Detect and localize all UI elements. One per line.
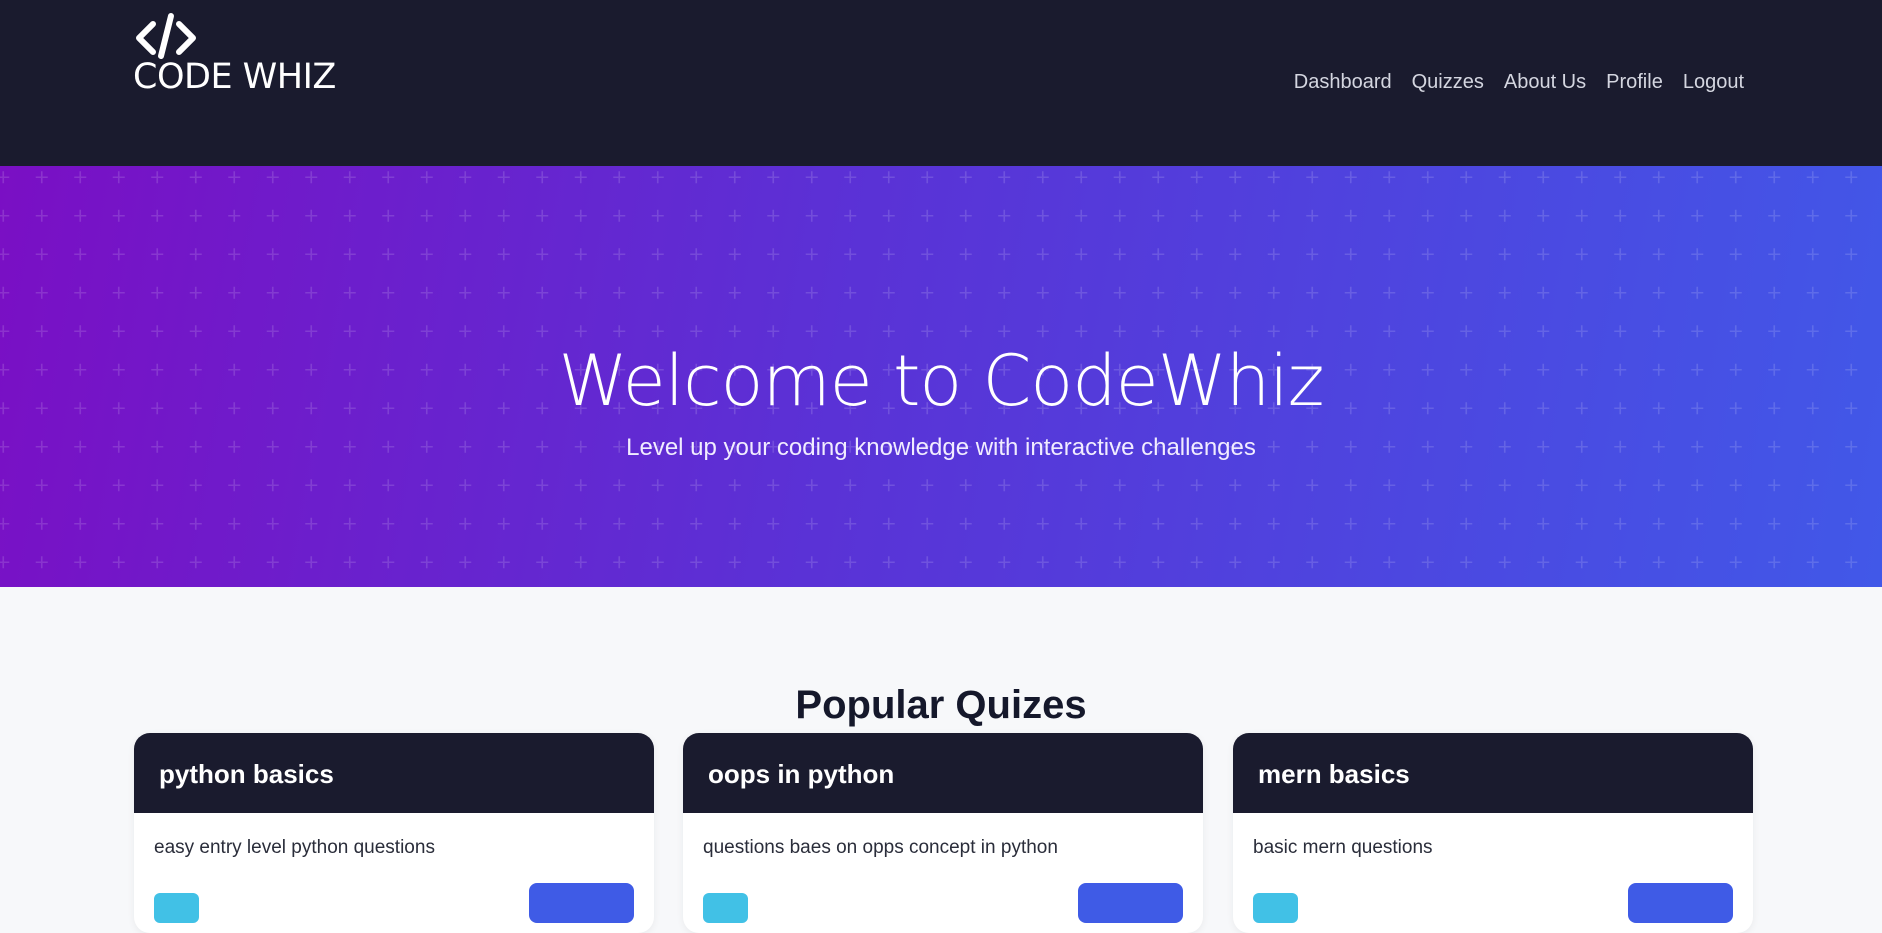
code-brackets-icon [136,13,196,59]
brand-name: CODE WHIZ [133,57,336,97]
navbar: CODE WHIZ Dashboard Quizzes About Us Pro… [0,0,1882,166]
hero-title: Welcome to CodeWhiz [558,339,1325,422]
quiz-card: oops in python questions baes on opps co… [683,733,1203,933]
nav-link-profile[interactable]: Profile [1606,68,1663,96]
quiz-card: python basics easy entry level python qu… [134,733,654,933]
quiz-difficulty-badge [1253,893,1298,923]
hero-subtitle: Level up your coding knowledge with inte… [626,434,1256,461]
quiz-difficulty-badge [703,893,748,923]
quiz-card-title: oops in python [683,733,1203,813]
quiz-card-description: basic mern questions [1253,837,1433,858]
nav-link-about-us[interactable]: About Us [1504,68,1586,96]
start-quiz-button[interactable] [529,883,634,923]
nav-link-quizzes[interactable]: Quizzes [1412,68,1484,96]
brand-logo[interactable]: CODE WHIZ [133,12,363,102]
quiz-card-title: python basics [134,733,654,813]
quiz-card-description: easy entry level python questions [154,837,435,858]
section-title: Popular Quizes [795,683,1087,728]
quiz-card-description: questions baes on opps concept in python [703,837,1058,858]
quiz-card: mern basics basic mern questions [1233,733,1753,933]
start-quiz-button[interactable] [1628,883,1733,923]
nav-menu: Dashboard Quizzes About Us Profile Logou… [1294,68,1744,96]
hero-banner: Welcome to CodeWhiz Level up your coding… [0,166,1882,587]
quiz-difficulty-badge [154,893,199,923]
start-quiz-button[interactable] [1078,883,1183,923]
nav-link-logout[interactable]: Logout [1683,68,1744,96]
nav-link-dashboard[interactable]: Dashboard [1294,68,1392,96]
quiz-card-title: mern basics [1233,733,1753,813]
